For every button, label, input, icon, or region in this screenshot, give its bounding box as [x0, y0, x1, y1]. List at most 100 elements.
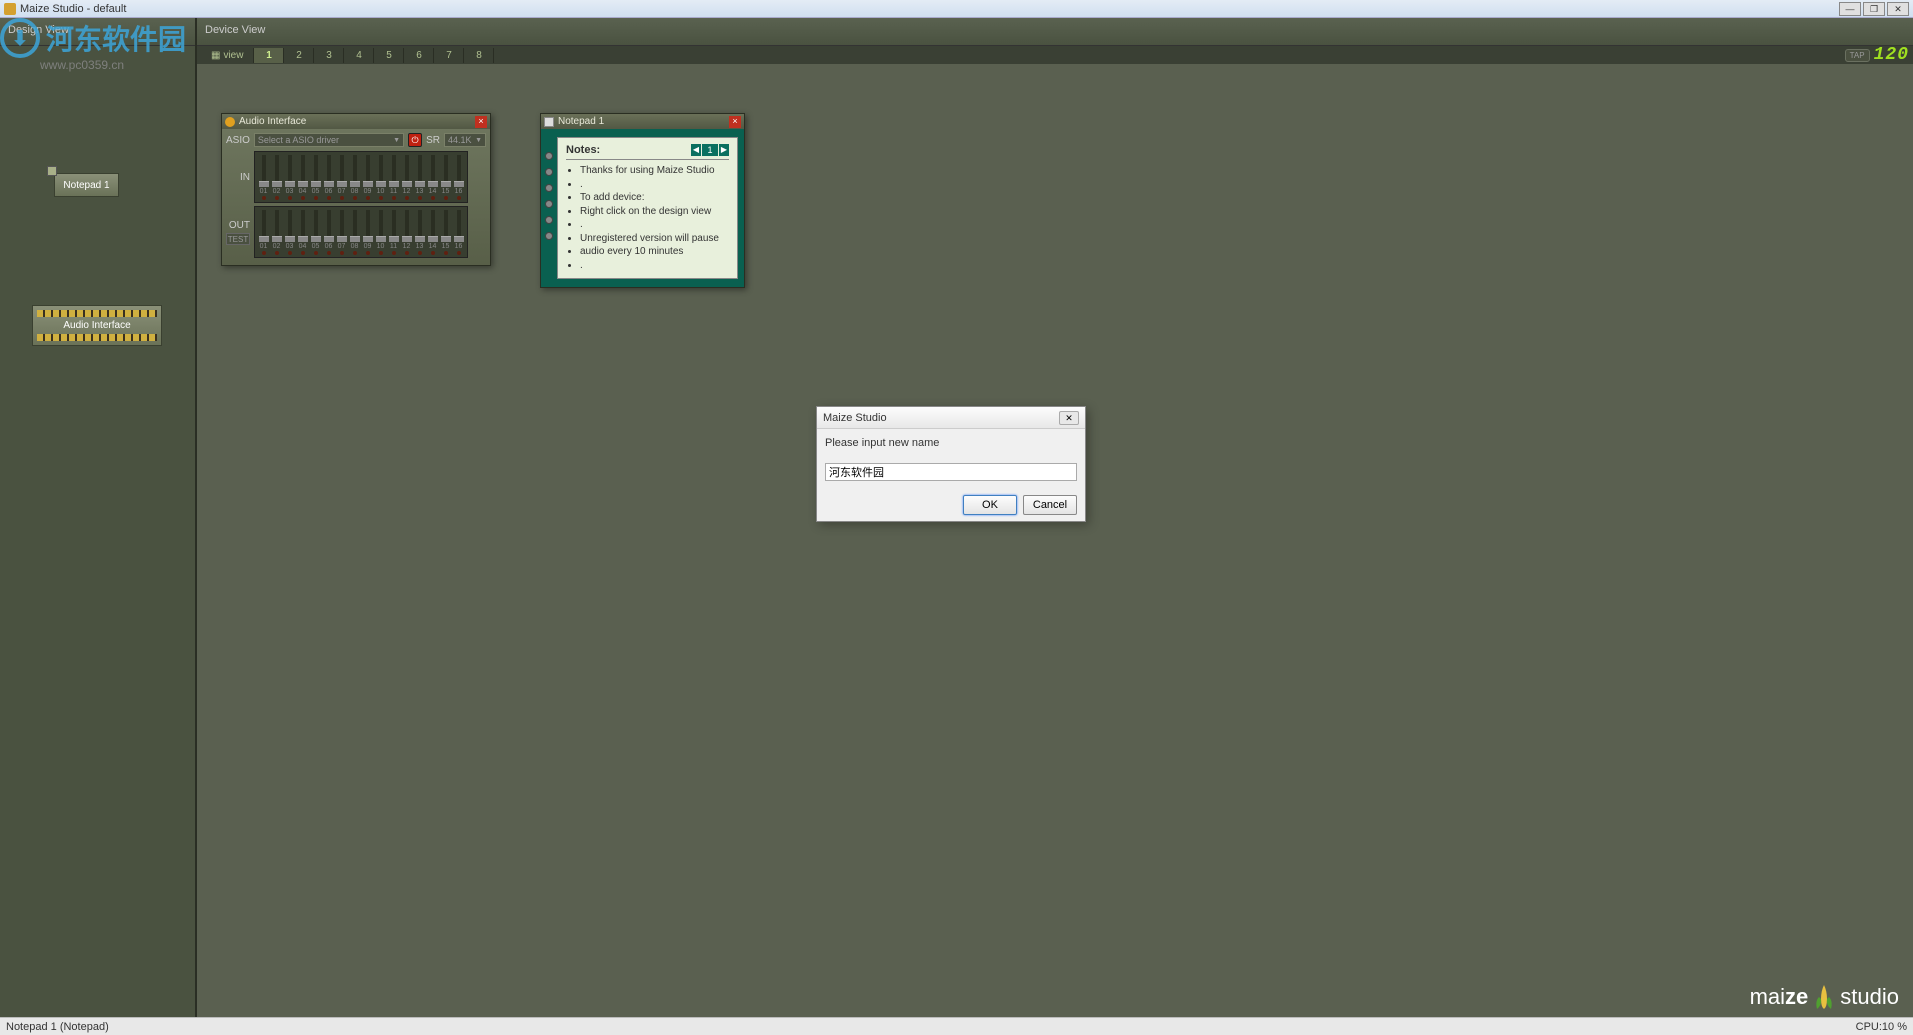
fader-channel[interactable]: 07	[335, 154, 348, 200]
notepad-line: To add device:	[580, 191, 729, 205]
fader-channel[interactable]: 05	[309, 209, 322, 255]
audio-panel-titlebar[interactable]: Audio Interface ×	[222, 114, 490, 129]
fader-channel[interactable]: 02	[270, 209, 283, 255]
fader-channel[interactable]: 16	[452, 209, 465, 255]
test-button[interactable]: TEST	[226, 233, 250, 245]
fader-channel[interactable]: 10	[374, 154, 387, 200]
notepad-line: .	[580, 259, 729, 273]
notepad-notes-header: Notes:	[566, 144, 600, 156]
power-button[interactable]	[408, 133, 422, 147]
fader-channel[interactable]: 13	[413, 154, 426, 200]
fader-channel[interactable]: 09	[361, 154, 374, 200]
notepad-panel-close-button[interactable]: ×	[729, 116, 741, 128]
notepad-line: Right click on the design view	[580, 205, 729, 219]
tab-5[interactable]: 5	[374, 48, 404, 63]
notepad-line: Unregistered version will pause	[580, 232, 729, 246]
audio-interface-panel[interactable]: Audio Interface × ASIO Select a ASIO dri…	[221, 113, 491, 266]
notepad-list: Thanks for using Maize Studio.To add dev…	[580, 164, 729, 272]
notepad-panel-title: Notepad 1	[558, 116, 725, 127]
dialog-ok-button[interactable]: OK	[963, 495, 1017, 515]
app-icon	[4, 3, 16, 15]
fader-channel[interactable]: 08	[348, 154, 361, 200]
node-notepad[interactable]: Notepad 1	[54, 173, 119, 197]
notepad-panel-titlebar[interactable]: Notepad 1 ×	[541, 114, 744, 129]
audio-panel-close-button[interactable]: ×	[475, 116, 487, 128]
notepad-line: Thanks for using Maize Studio	[580, 164, 729, 178]
notepad-icon	[544, 117, 554, 127]
audio-panel-title: Audio Interface	[239, 116, 471, 127]
minimize-button[interactable]: —	[1839, 2, 1861, 16]
fader-channel[interactable]: 12	[400, 154, 413, 200]
notepad-page-number: 1	[702, 144, 718, 156]
tab-view[interactable]: ▦ view	[201, 48, 254, 63]
notepad-prev-button[interactable]: ◀	[691, 144, 701, 156]
tap-tempo-button[interactable]: TAP	[1845, 49, 1870, 62]
tab-7[interactable]: 7	[434, 48, 464, 63]
view-tabs: ▦ view 1 2 3 4 5 6 7 8 TAP 120	[197, 46, 1913, 64]
fader-channel[interactable]: 04	[296, 154, 309, 200]
fader-channel[interactable]: 06	[322, 209, 335, 255]
fader-channel[interactable]: 13	[413, 209, 426, 255]
fader-channel[interactable]: 07	[335, 209, 348, 255]
fader-channel[interactable]: 06	[322, 154, 335, 200]
design-view-header: Design View	[0, 18, 195, 46]
tab-2[interactable]: 2	[284, 48, 314, 63]
brand-logo: maize studio	[1750, 983, 1899, 1011]
fader-channel[interactable]: 04	[296, 209, 309, 255]
status-cpu: CPU:10 %	[1856, 1021, 1907, 1033]
notepad-spiral	[545, 144, 555, 277]
notepad-line: .	[580, 178, 729, 192]
fader-channel[interactable]: 02	[270, 154, 283, 200]
node-audio-ports-bottom	[37, 334, 157, 341]
view-icon: ▦	[211, 50, 220, 61]
fader-channel[interactable]: 03	[283, 154, 296, 200]
audio-icon	[225, 117, 235, 127]
notepad-line: audio every 10 minutes	[580, 245, 729, 259]
fader-channel[interactable]: 05	[309, 154, 322, 200]
sample-rate-select[interactable]: 44.1K	[444, 133, 486, 147]
fader-channel[interactable]: 14	[426, 154, 439, 200]
node-audio-interface[interactable]: Audio Interface	[32, 305, 162, 346]
notepad-panel[interactable]: Notepad 1 × Notes: ◀ 1	[540, 113, 745, 288]
fader-channel[interactable]: 01	[257, 154, 270, 200]
fader-channel[interactable]: 11	[387, 209, 400, 255]
asio-driver-select[interactable]: Select a ASIO driver	[254, 133, 404, 147]
fader-channel[interactable]: 14	[426, 209, 439, 255]
fader-channel[interactable]: 03	[283, 209, 296, 255]
tab-view-label: view	[223, 50, 243, 61]
dialog-name-input[interactable]	[825, 463, 1077, 481]
tab-3[interactable]: 3	[314, 48, 344, 63]
status-left: Notepad 1 (Notepad)	[6, 1021, 109, 1033]
fader-channel[interactable]: 12	[400, 209, 413, 255]
tab-4[interactable]: 4	[344, 48, 374, 63]
window-title: Maize Studio - default	[20, 3, 126, 15]
tab-8[interactable]: 8	[464, 48, 494, 63]
node-notepad-label: Notepad 1	[63, 180, 109, 191]
device-view-header: Device View	[197, 18, 1913, 46]
design-view-sidebar[interactable]: Design View Notepad 1 Audio Interface	[0, 18, 197, 1035]
fader-channel[interactable]: 09	[361, 209, 374, 255]
fader-channel[interactable]: 11	[387, 154, 400, 200]
fader-channel[interactable]: 10	[374, 209, 387, 255]
device-canvas[interactable]: Audio Interface × ASIO Select a ASIO dri…	[197, 64, 1913, 1035]
maximize-button[interactable]: ❐	[1863, 2, 1885, 16]
fader-channel[interactable]: 08	[348, 209, 361, 255]
in-label: IN	[226, 172, 250, 183]
fader-channel[interactable]: 01	[257, 209, 270, 255]
corn-icon	[1812, 983, 1836, 1011]
notepad-page[interactable]: Notes: ◀ 1 ▶ Thanks for using Maize Stud…	[557, 137, 738, 279]
dialog-titlebar[interactable]: Maize Studio ✕	[817, 407, 1085, 429]
tab-6[interactable]: 6	[404, 48, 434, 63]
dialog-label: Please input new name	[825, 437, 1077, 449]
output-faders[interactable]: 01020304050607080910111213141516	[254, 206, 468, 258]
tab-1[interactable]: 1	[254, 48, 284, 63]
device-view: Device View ▦ view 1 2 3 4 5 6 7 8 TAP 1…	[197, 18, 1913, 1035]
fader-channel[interactable]: 15	[439, 154, 452, 200]
close-button[interactable]: ✕	[1887, 2, 1909, 16]
dialog-close-button[interactable]: ✕	[1059, 411, 1079, 425]
fader-channel[interactable]: 15	[439, 209, 452, 255]
fader-channel[interactable]: 16	[452, 154, 465, 200]
notepad-next-button[interactable]: ▶	[719, 144, 729, 156]
dialog-cancel-button[interactable]: Cancel	[1023, 495, 1077, 515]
input-faders[interactable]: 01020304050607080910111213141516	[254, 151, 468, 203]
